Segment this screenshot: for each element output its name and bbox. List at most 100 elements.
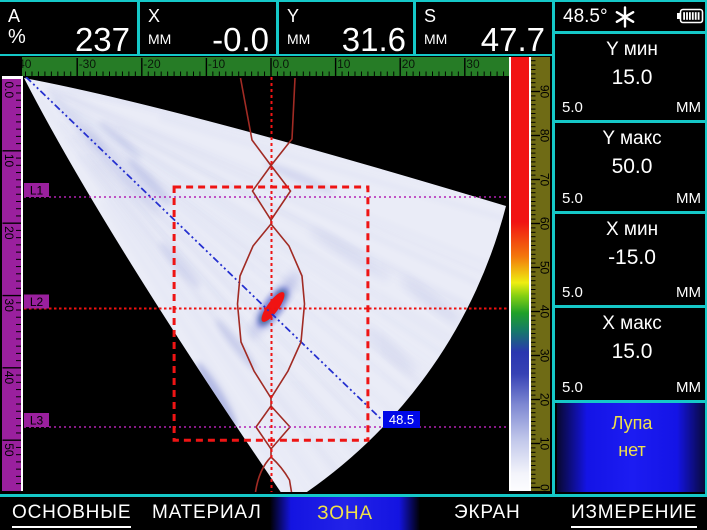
x-axis-ruler: -40 -30 -20 -10 0.0 10 20 30 xyxy=(22,57,509,76)
param-value: 50.0 xyxy=(557,155,707,179)
measure-cell-y: Y ММ 31.6 xyxy=(279,2,413,54)
flaw-detector-screen: A%237XММ-0.0YММ31.6SММ47.7 48.5° -40-30-… xyxy=(0,0,707,530)
param-cell-3[interactable]: X макс 15.0 5.0 ММ xyxy=(557,308,707,400)
param-cell-1[interactable]: Y макс 50.0 5.0 ММ xyxy=(557,123,707,211)
menu-item-label: ИЗМЕРЕНИЕ xyxy=(571,502,697,528)
measure-cell-s: S ММ 47.7 xyxy=(416,2,552,54)
param-step: 5.0 xyxy=(562,284,583,301)
svg-text:0.0: 0.0 xyxy=(2,82,16,99)
measure-cell-a: A% 237 xyxy=(0,2,137,54)
svg-text:-40: -40 xyxy=(22,57,32,71)
ruler-corner xyxy=(2,76,21,79)
magnifier-value: нет xyxy=(557,440,707,461)
param-step: 5.0 xyxy=(562,190,583,207)
gate-marker-label: L3 xyxy=(30,414,44,428)
svg-text:0: 0 xyxy=(538,484,551,491)
menu-item-label: ЭКРАН xyxy=(454,502,521,526)
param-unit: ММ xyxy=(676,379,701,396)
param-cell-2[interactable]: X мин -15.0 5.0 ММ xyxy=(557,214,707,305)
menu-item-2[interactable]: ЗОНА xyxy=(317,503,373,525)
svg-text:10: 10 xyxy=(2,154,16,168)
measure-value: 237 xyxy=(75,23,130,56)
menu-item-1[interactable]: МАТЕРИАЛ xyxy=(152,497,262,530)
menu-bar: ЗОНА ОСНОВНЫЕ МАТЕРИАЛ ЭКРАН ИЗМЕРЕНИЕ xyxy=(0,497,707,530)
param-value: -15.0 xyxy=(557,246,707,270)
param-title: X макс xyxy=(557,313,707,335)
param-cell-0[interactable]: Y мин 15.0 5.0 ММ xyxy=(557,34,707,120)
param-value: 15.0 xyxy=(557,340,707,364)
svg-text:40: 40 xyxy=(538,305,551,319)
svg-text:20: 20 xyxy=(402,57,416,71)
panel-border-1 xyxy=(554,120,707,123)
menu-item-3[interactable]: ЭКРАН xyxy=(454,497,521,530)
status-cell: 48.5° xyxy=(557,2,707,31)
param-step: 5.0 xyxy=(562,99,583,116)
magnifier-cell[interactable]: Лупа нет xyxy=(557,403,707,492)
battery-level-bars xyxy=(683,12,699,20)
svg-text:60: 60 xyxy=(538,217,551,231)
menu-item-4[interactable]: ИЗМЕРЕНИЕ xyxy=(571,497,697,530)
param-title: Y макс xyxy=(557,128,707,150)
param-step: 5.0 xyxy=(562,379,583,396)
svg-text:70: 70 xyxy=(538,173,551,187)
param-unit: ММ xyxy=(676,99,701,116)
beam-angle-label: 48.5 xyxy=(389,412,414,427)
param-value: 15.0 xyxy=(557,66,707,90)
menu-item-0[interactable]: ОСНОВНЫЕ xyxy=(12,497,131,530)
param-title: Y мин xyxy=(557,39,707,61)
gate-marker-label: L2 xyxy=(30,295,44,309)
svg-text:40: 40 xyxy=(2,371,16,385)
menu-item-label: ОСНОВНЫЕ xyxy=(12,502,131,528)
measure-unit: ММ xyxy=(148,31,171,47)
sector-scan-plot[interactable]: L1 L2 L3 48.5 xyxy=(23,77,509,492)
border-sep-3 xyxy=(413,2,416,54)
border-sep-1 xyxy=(137,2,140,54)
svg-text:-20: -20 xyxy=(143,57,161,71)
amplitude-palette xyxy=(511,57,529,491)
border-top xyxy=(0,0,707,2)
svg-text:30: 30 xyxy=(538,349,551,363)
measure-letter: X xyxy=(148,6,160,27)
battery-icon xyxy=(676,8,704,24)
panel-border-3 xyxy=(554,305,707,308)
panel-border-0 xyxy=(554,31,707,34)
svg-text:90: 90 xyxy=(538,85,551,99)
svg-text:50: 50 xyxy=(2,443,16,457)
measure-unit: ММ xyxy=(424,31,447,47)
menu-item-label: МАТЕРИАЛ xyxy=(152,502,262,526)
param-unit: ММ xyxy=(676,284,701,301)
measure-cell-x: X ММ -0.0 xyxy=(140,2,276,54)
measure-letter: S xyxy=(424,6,436,27)
gate-marker-label: L1 xyxy=(30,184,44,198)
amplitude-ruler: 0102030405060708090 xyxy=(531,57,550,491)
svg-text:-10: -10 xyxy=(208,57,226,71)
probe-angle-readout: 48.5° xyxy=(563,6,608,28)
snowflake-icon xyxy=(613,5,637,29)
measure-letter: A xyxy=(8,6,20,27)
magnifier-title: Лупа xyxy=(557,413,707,434)
param-unit: ММ xyxy=(676,190,701,207)
svg-text:0.0: 0.0 xyxy=(273,57,290,71)
measure-unit: ММ xyxy=(287,31,310,47)
svg-text:30: 30 xyxy=(466,57,480,71)
y-axis-ruler: 0.0 10 20 30 40 50 xyxy=(2,76,22,491)
menu-item-selected-bg[interactable]: ЗОНА xyxy=(270,497,420,530)
svg-text:50: 50 xyxy=(538,261,551,275)
svg-text:10: 10 xyxy=(538,437,551,451)
svg-text:30: 30 xyxy=(2,299,16,313)
param-title: X мин xyxy=(557,219,707,241)
measure-value: 47.7 xyxy=(481,23,545,56)
border-sep-2 xyxy=(276,2,279,54)
svg-text:-30: -30 xyxy=(79,57,97,71)
measure-letter: Y xyxy=(287,6,299,27)
panel-border-2 xyxy=(554,211,707,214)
border-topbar-bottom xyxy=(0,54,554,56)
measure-value: -0.0 xyxy=(212,23,269,56)
measure-unit: % xyxy=(8,26,26,49)
svg-text:20: 20 xyxy=(538,393,551,407)
panel-border-4 xyxy=(554,400,707,403)
svg-text:10: 10 xyxy=(337,57,351,71)
measure-value: 31.6 xyxy=(342,23,406,56)
svg-text:20: 20 xyxy=(2,226,16,240)
palette-border-left xyxy=(509,57,511,491)
